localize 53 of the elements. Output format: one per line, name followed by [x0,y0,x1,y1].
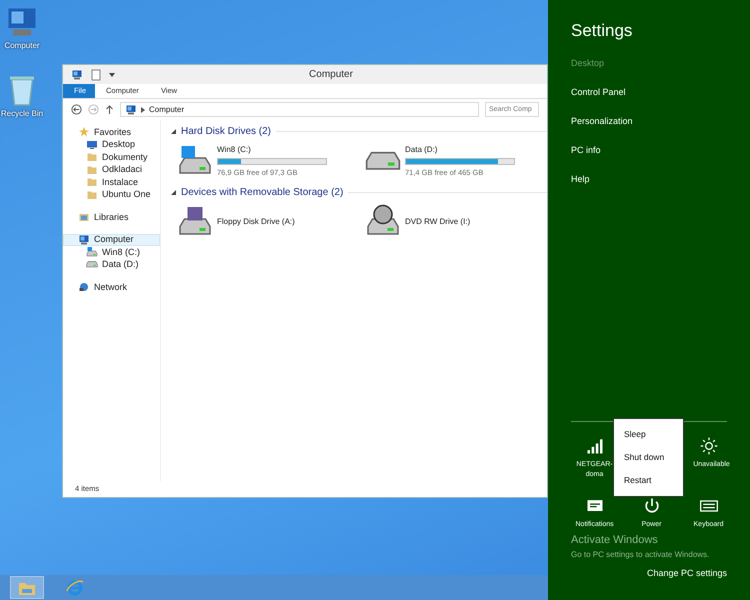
folder-icon [86,151,98,164]
drive-icon [86,246,98,258]
group-heading[interactable]: Devices with Removable Storage (2) [181,185,344,200]
change-pc-settings-link[interactable]: Change PC settings [646,566,727,580]
dropdown-caret-icon[interactable] [109,72,115,78]
nav-item[interactable]: Favorites [63,126,160,138]
nav-item[interactable]: Libraries [63,211,160,224]
power-menu-item[interactable]: Sleep [624,423,673,446]
drive-icon [86,261,98,268]
nav-item[interactable]: Desktop [63,138,160,151]
document-icon[interactable] [91,68,101,80]
folder-icon [86,176,98,188]
nav-item[interactable]: Dokumenty [63,151,160,164]
computer-icon [78,234,90,246]
breadcrumb-arrow-icon[interactable] [141,106,145,112]
window-title: Computer [308,68,354,82]
drive-icon [365,151,401,171]
activation-notice-title: Activate Windows [571,533,659,548]
nav-item[interactable]: Odkladaci [63,164,160,176]
brightness-icon [698,436,718,456]
drive-name[interactable]: DVD RW Drive (I:) [405,216,470,228]
network-icon [78,281,90,294]
nav-item[interactable]: Network [63,281,160,294]
folder-icon [86,164,98,176]
monitor-icon [86,138,98,151]
drive-name[interactable]: Win8 (C:) [217,144,327,156]
drive-name[interactable]: Floppy Disk Drive (A:) [217,216,295,228]
settings-link[interactable]: Control Panel [571,78,727,108]
nav-item[interactable]: Ubuntu One [63,188,160,201]
power-menu-item[interactable]: Restart [624,469,673,492]
browser-logo-icon [66,578,84,596]
power-menu-item[interactable]: Shut down [624,446,673,469]
back-arrow-icon[interactable] [71,104,82,115]
drive-name[interactable]: Data (D:) [405,144,515,156]
address-bar[interactable]: Computer [120,102,479,117]
library-icon [78,211,90,224]
panel-title: Settings [571,20,634,42]
folder-icon [86,188,98,201]
nav-item[interactable]: Computer [63,234,160,246]
activation-notice-text: Go to PC settings to activate Windows. [571,548,710,560]
nav-item[interactable]: Instalace [63,176,160,188]
settings-link[interactable]: Help [571,166,727,194]
settings-link[interactable]: Personalization [571,108,727,136]
collapse-triangle-icon[interactable] [171,129,176,134]
nav-item[interactable]: Data (D:) [63,258,160,271]
star-icon [78,126,90,138]
computer-icon [71,68,83,80]
computer-icon [125,104,137,116]
collapse-triangle-icon[interactable] [171,190,176,195]
up-arrow-icon[interactable] [105,104,114,114]
settings-link[interactable]: PC info [571,136,727,166]
group-heading[interactable]: Hard Disk Drives (2) [181,124,272,139]
nav-item[interactable]: Win8 (C:) [63,246,160,258]
